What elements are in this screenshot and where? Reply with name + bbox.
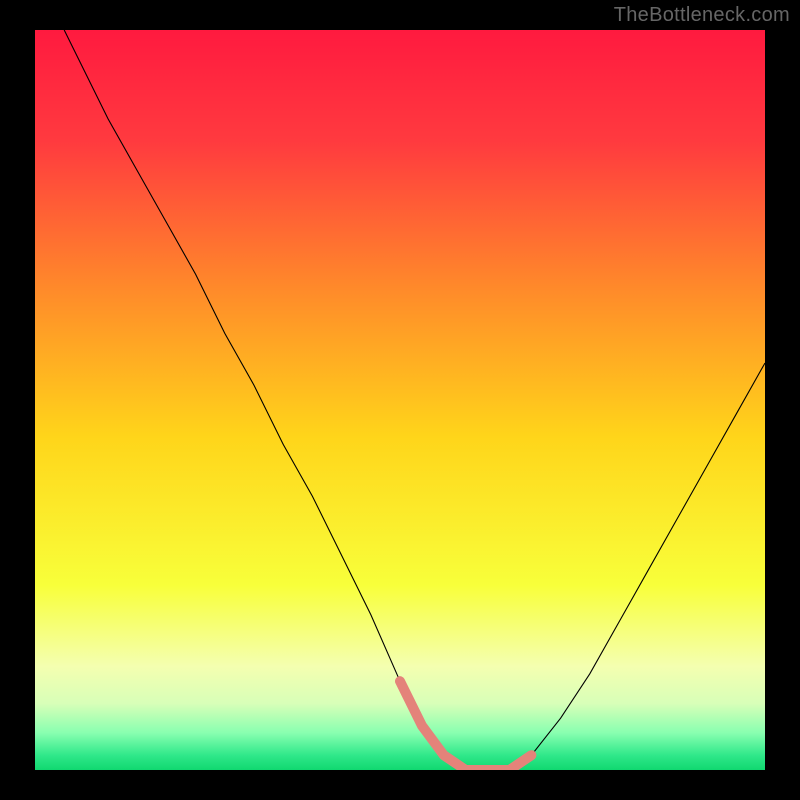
chart-svg [35,30,765,770]
gradient-background [35,30,765,770]
plot-area [35,30,765,770]
watermark-text: TheBottleneck.com [614,4,790,27]
chart-frame: TheBottleneck.com [0,0,800,800]
